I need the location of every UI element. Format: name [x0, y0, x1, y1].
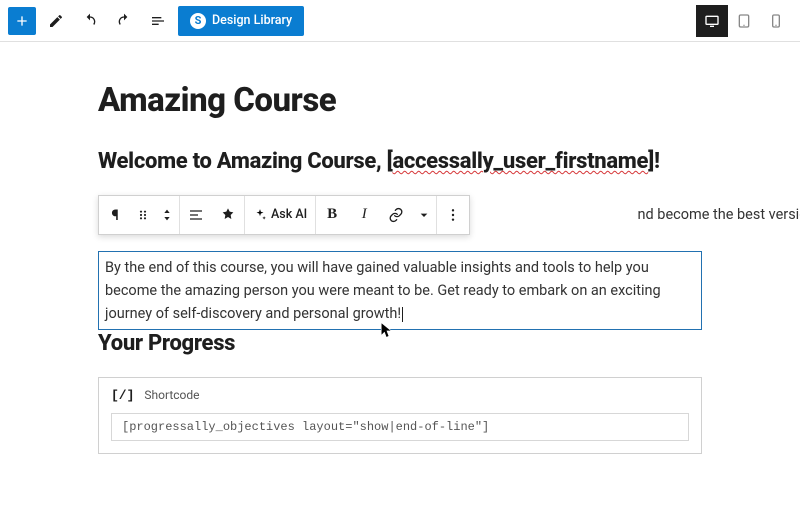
shortcode-block-header: [/] Shortcode [111, 388, 689, 403]
undo-button[interactable] [76, 7, 104, 35]
shortcode-icon: [/] [111, 388, 134, 403]
preview-tablet-button[interactable] [728, 5, 760, 37]
redo-button[interactable] [110, 7, 138, 35]
transform-button[interactable] [212, 196, 244, 234]
shortcode-block[interactable]: [/] Shortcode [98, 377, 702, 454]
italic-button[interactable]: I [348, 196, 380, 234]
block-options-button[interactable] [437, 196, 469, 234]
welcome-shortcode: accessally_user_firstname [392, 149, 648, 174]
design-library-button[interactable]: S Design Library [178, 6, 304, 36]
welcome-heading[interactable]: Welcome to Amazing Course, [accessally_u… [98, 148, 702, 177]
mouse-cursor [380, 322, 394, 344]
ask-ai-button[interactable]: Ask AI [245, 207, 315, 222]
bold-button[interactable]: B [316, 196, 348, 234]
edit-icon[interactable] [42, 7, 70, 35]
add-block-button[interactable] [8, 7, 36, 35]
drag-handle[interactable] [131, 196, 155, 234]
document-outline-button[interactable] [144, 7, 172, 35]
editor-canvas: Amazing Course Welcome to Amazing Course… [0, 42, 800, 454]
preview-mobile-button[interactable] [760, 5, 792, 37]
shortcode-input[interactable] [111, 413, 689, 441]
design-library-icon: S [190, 13, 206, 29]
editor-top-toolbar: S Design Library [0, 0, 800, 42]
align-button[interactable] [180, 196, 212, 234]
welcome-prefix: Welcome to Amazing Course, [ [98, 149, 392, 174]
more-rich-text-button[interactable] [412, 196, 436, 234]
block-type-paragraph-button[interactable]: ¶ [99, 196, 131, 234]
block-toolbar: ¶ Ask AI [98, 195, 470, 235]
welcome-suffix: ]! [648, 149, 660, 174]
link-button[interactable] [380, 196, 412, 234]
preview-desktop-button[interactable] [696, 5, 728, 37]
selected-paragraph-block[interactable]: By the end of this course, you will have… [98, 251, 702, 331]
paragraph-text: By the end of this course, you will have… [105, 259, 661, 322]
page-title[interactable]: Amazing Course [98, 82, 702, 120]
paragraph-row-with-toolbar: xxxxxxxxxxxxxxxxxxxxxxxxxxxxxxxxxxxxxxxx… [98, 195, 702, 235]
shortcode-label: Shortcode [144, 388, 199, 402]
move-up-down-button[interactable] [155, 196, 179, 234]
text-caret [402, 307, 403, 322]
design-library-label: Design Library [212, 13, 292, 28]
progress-heading[interactable]: Your Progress [98, 330, 702, 359]
device-preview-group [696, 5, 792, 37]
